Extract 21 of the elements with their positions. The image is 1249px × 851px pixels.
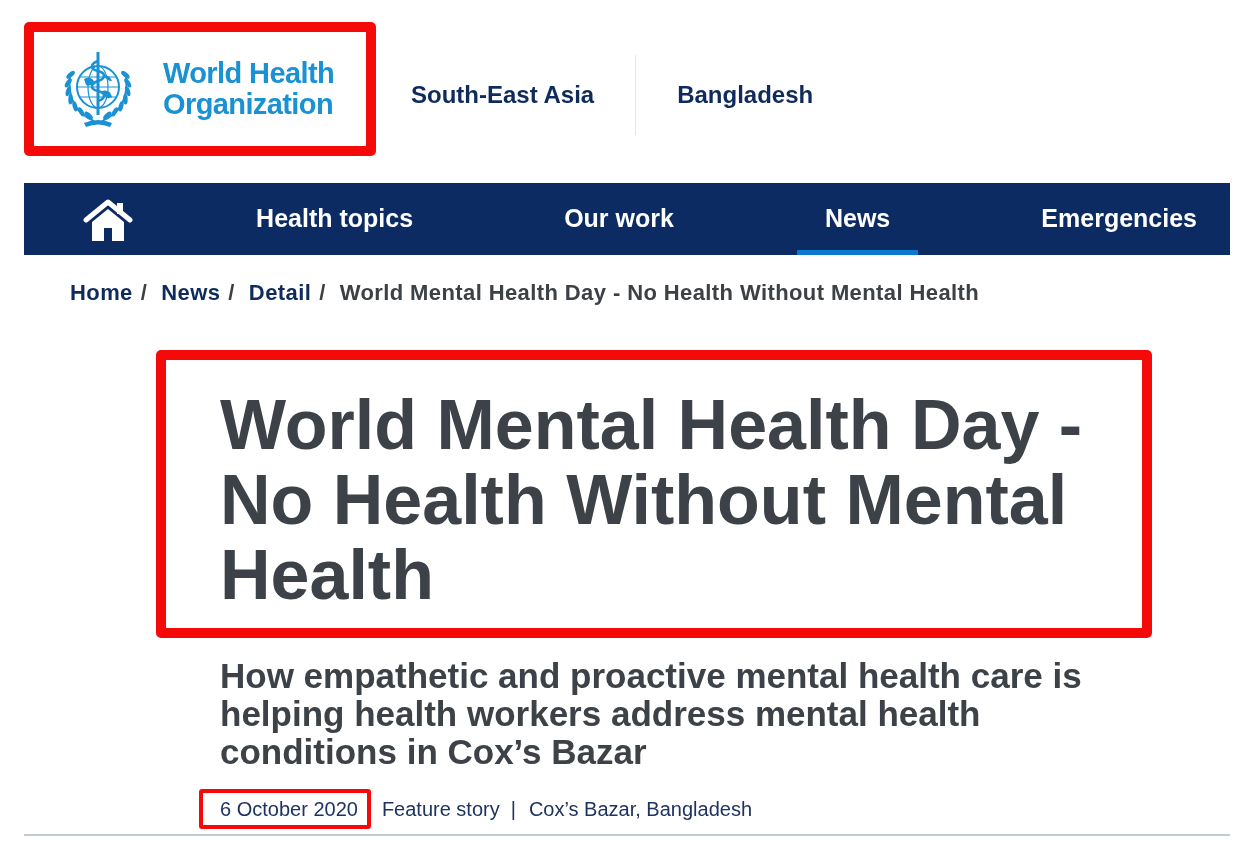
breadcrumb-current: World Mental Health Day - No Health Without Mental Health	[339, 278, 980, 307]
home-icon	[83, 197, 133, 241]
publish-date: 6 October 2020	[220, 797, 358, 822]
breadcrumb-separator: /	[140, 278, 148, 307]
nav-link[interactable]: News	[796, 183, 919, 255]
nav-link[interactable]: Health topics	[228, 183, 442, 255]
breadcrumb-separator: /	[228, 278, 235, 307]
breadcrumb-separator: /	[319, 278, 326, 307]
article-title: World Mental Health Day - No Health Without Mental Health	[220, 388, 1084, 613]
story-location: Cox’s Bazar, Bangladesh	[528, 797, 752, 822]
nav-link[interactable]: Our work	[536, 183, 702, 255]
meta-separator: |	[510, 797, 516, 822]
breadcrumb-link[interactable]: Detail	[248, 275, 312, 309]
globe-emblem-icon	[64, 49, 132, 129]
region-link[interactable]: South-East Asia	[411, 77, 595, 113]
breadcrumb-link[interactable]: News	[161, 275, 221, 309]
nav-link[interactable]: Emergencies	[1013, 183, 1225, 255]
article-subtitle: How empathetic and proactive mental health care is helping health workers address mental health conditions in Cox’s Bazar	[220, 657, 1083, 771]
story-type: Feature story	[381, 797, 500, 822]
region-link[interactable]: Bangladesh	[677, 77, 814, 113]
breadcrumb-link[interactable]: Home	[70, 275, 133, 309]
